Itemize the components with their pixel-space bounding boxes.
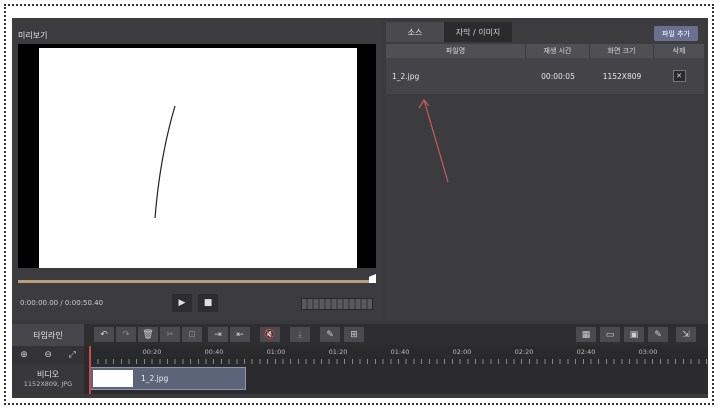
table-row[interactable]: 1_2.jpg 00:00:05 1152X809 ✕: [386, 58, 704, 94]
seek-handle[interactable]: [369, 274, 376, 283]
playhead[interactable]: [89, 346, 91, 394]
video-track: 비디오 1152X809, JPG 1_2.jpg: [12, 364, 708, 394]
timeline-ruler[interactable]: 00:20 00:40 01:00 01:20 01:40 02:00 02:20 02:40…: [90, 346, 708, 364]
trash-icon: 🗑: [142, 329, 154, 340]
folder-icon: ▭: [605, 329, 615, 340]
track-header: 비디오 1152X809, JPG: [12, 364, 84, 394]
detach-audio-button[interactable]: ⤓: [290, 327, 310, 342]
crop-icon: ⊡: [188, 329, 196, 340]
ruler-tick-label: 02:40: [576, 348, 596, 356]
mute-icon: 🔇: [264, 329, 276, 340]
edit-icon: ✎: [326, 329, 334, 340]
tab-source[interactable]: 소스: [386, 22, 444, 42]
clip-thumbnail: [93, 370, 133, 387]
move-out-icon: ⇤: [236, 329, 244, 340]
file-table-header: 파일명 재생 시간 화면 크기 삭제: [386, 44, 704, 58]
stop-button[interactable]: ■: [198, 294, 218, 312]
cut-button[interactable]: ✂: [160, 327, 180, 342]
storyboard-button[interactable]: ▦: [576, 327, 596, 342]
col-delete: 삭제: [672, 47, 686, 55]
play-icon: ▶: [178, 298, 186, 308]
ruler-tick-label: 01:20: [328, 348, 348, 356]
move-right-button[interactable]: ⇤: [230, 327, 250, 342]
export-edit-button[interactable]: ✎: [648, 327, 668, 342]
timeline-label: 타임라인: [12, 324, 84, 346]
edit-text-button[interactable]: ✎: [320, 327, 340, 342]
volume-slider[interactable]: [301, 298, 373, 310]
scissors-icon: ✂: [166, 329, 174, 340]
add-file-button[interactable]: 파일 추가: [654, 26, 698, 41]
preview-title: 미리보기: [18, 31, 48, 40]
video-editor-window: 미리보기 0:00:00.00 / 0:00:50.40 ▶ ■ 소스 자막 /…: [12, 18, 708, 398]
move-left-button[interactable]: ⇥: [208, 327, 228, 342]
timecode-display: 0:00:00.00 / 0:00:50.40: [20, 299, 104, 307]
zoom-out-icon[interactable]: ⊖: [44, 350, 52, 360]
zoom-fit-icon[interactable]: ⤢: [69, 350, 76, 360]
export-icon: ⇲: [682, 329, 690, 340]
ruler-tick-label: 01:00: [266, 348, 286, 356]
ruler-tick-label: 02:00: [452, 348, 472, 356]
fit-button[interactable]: ⊞: [344, 327, 364, 342]
ruler-tick-label: 01:40: [390, 348, 410, 356]
clip-label: 1_2.jpg: [141, 374, 169, 383]
track-info: 1152X809, JPG: [23, 380, 73, 388]
undo-button[interactable]: ↶: [94, 327, 114, 342]
zoom-controls: ⊕ ⊖ ⤢: [12, 346, 84, 364]
crop-button[interactable]: ⊡: [182, 327, 202, 342]
undo-icon: ↶: [100, 329, 108, 340]
ruler-tick-label: 00:20: [142, 348, 162, 356]
mute-button[interactable]: 🔇: [260, 327, 280, 342]
ruler-tick-label: 02:20: [514, 348, 534, 356]
preview-panel: 미리보기 0:00:00.00 / 0:00:50.40 ▶ ■: [12, 18, 382, 320]
col-filename[interactable]: 파일명: [386, 44, 526, 58]
film-icon: ▦: [581, 329, 591, 340]
play-button[interactable]: ▶: [172, 294, 192, 312]
preview-image: [39, 48, 357, 268]
sketch-line: [154, 105, 176, 219]
redo-button[interactable]: ↷: [116, 327, 136, 342]
save-icon: ▣: [629, 329, 639, 340]
cell-size: 1152X809: [602, 71, 642, 81]
col-duration[interactable]: 재생 시간: [526, 44, 590, 58]
timeline-toolbar: 타임라인 ↶ ↷ 🗑 ✂ ⊡ ⇥ ⇤ 🔇 ⤓ ✎ ⊞ ▦ ▭ ▣ ✎ ⇲: [12, 324, 708, 346]
stop-icon: ■: [203, 298, 213, 308]
timeline-clip[interactable]: 1_2.jpg: [90, 367, 246, 390]
export-edit-icon: ✎: [654, 329, 662, 340]
seek-bar[interactable]: [18, 280, 375, 283]
track-name: 비디오: [36, 370, 60, 379]
cell-duration: 00:00:05: [541, 71, 575, 81]
annotation-arrow: [418, 98, 449, 183]
tab-subtitle-image[interactable]: 자막 / 이미지: [444, 22, 512, 42]
delete-clip-button[interactable]: 🗑: [138, 327, 158, 342]
save-button[interactable]: ▣: [624, 327, 644, 342]
ruler-tick-label: 00:40: [204, 348, 224, 356]
detach-icon: ⤓: [298, 329, 302, 340]
cell-delete: ✕: [654, 58, 704, 94]
ruler-tick-label: 03:00: [638, 348, 658, 356]
timeline-ruler-row: ⊕ ⊖ ⤢ 00:20 00:40 01:00 01:20 01:40 02:00 02:2…: [12, 346, 708, 364]
move-in-icon: ⇥: [214, 329, 222, 340]
open-folder-button[interactable]: ▭: [600, 327, 620, 342]
cell-filename: 1_2.jpg: [392, 71, 420, 81]
fit-icon: ⊞: [350, 329, 358, 340]
delete-row-button[interactable]: ✕: [672, 70, 686, 82]
redo-icon: ↷: [122, 329, 130, 340]
export-button[interactable]: ⇲: [676, 327, 696, 342]
source-panel: 소스 자막 / 이미지 파일 추가 파일명 재생 시간 화면 크기 삭제 1_2…: [386, 22, 704, 320]
col-size[interactable]: 화면 크기: [590, 44, 654, 58]
zoom-in-icon[interactable]: ⊕: [20, 350, 28, 360]
